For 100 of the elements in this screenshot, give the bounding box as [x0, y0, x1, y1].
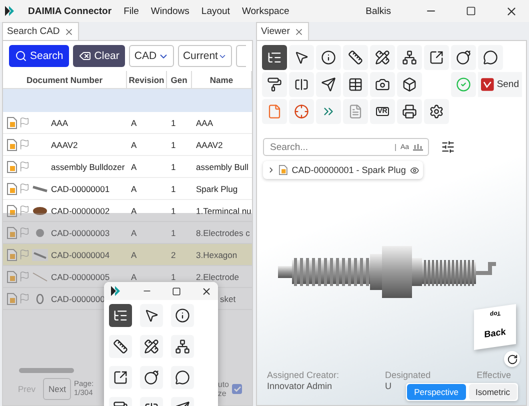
tool-button[interactable]: [289, 45, 314, 70]
document-icon: [348, 104, 363, 119]
table-cell-text: 1: [170, 162, 177, 172]
close-icon[interactable]: [294, 26, 304, 36]
tool-button[interactable]: [140, 335, 163, 358]
split-view-icon: [294, 77, 309, 92]
visibility-icon[interactable]: [410, 164, 420, 176]
auto-size-label: ze: [218, 389, 228, 398]
flag-icon: [19, 205, 30, 216]
info-label: Assigned Creator:: [267, 370, 340, 381]
tool-button[interactable]: [397, 72, 422, 97]
auto-size-label: uto: [218, 380, 229, 389]
user-name: Balkis: [366, 6, 391, 16]
tool-button[interactable]: [370, 45, 395, 70]
comment-icon: [175, 370, 190, 385]
tool-button[interactable]: [424, 99, 449, 124]
table-cell-text: 3.Hexagon: [195, 250, 238, 260]
maximize-icon: [466, 6, 476, 16]
tool-button[interactable]: [451, 45, 476, 70]
settings-icon: [429, 104, 444, 119]
menu-item[interactable]: Workspace: [242, 6, 290, 16]
info-icon: [321, 50, 336, 65]
table-cell-text: A: [130, 140, 138, 150]
cube-icon: [402, 77, 417, 92]
table-row[interactable]: CAD-00000004 A 2 3.Hexagon: [3, 244, 252, 266]
tool-button[interactable]: [397, 99, 422, 124]
filter-settings-icon[interactable]: [441, 140, 455, 154]
tool-button[interactable]: [289, 72, 314, 97]
tool-button[interactable]: [316, 72, 341, 97]
info-icon: [175, 308, 190, 323]
paint-roller-icon: [267, 77, 282, 92]
camera-icon: [375, 77, 390, 92]
type-select[interactable]: CAD: [129, 45, 174, 67]
auto-size-checkbox[interactable]: [232, 384, 242, 394]
hexagon-thumbnail-icon: [32, 248, 48, 260]
nodes-icon: [175, 339, 190, 354]
tool-button[interactable]: [478, 45, 503, 70]
tool-button[interactable]: [397, 45, 422, 70]
close-button[interactable]: [201, 286, 212, 296]
scrollbar-thumb[interactable]: [19, 368, 74, 373]
external-link-icon: [429, 50, 444, 65]
projection-option[interactable]: Isometric: [468, 384, 517, 400]
pencil-ruler-icon: [375, 50, 390, 65]
tool-button[interactable]: [262, 72, 287, 97]
tool-button[interactable]: [109, 366, 132, 389]
table-cell-text: 2: [170, 250, 177, 260]
expand-chevron-icon[interactable]: [267, 165, 276, 175]
table-cell-text: AAAV2: [51, 140, 79, 150]
tool-button[interactable]: [316, 45, 341, 70]
panel-tab[interactable]: Search CAD: [2, 22, 79, 40]
table-cell-text: 1: [170, 206, 177, 216]
document-icon: [7, 270, 17, 282]
table-cell-text: AAA: [51, 118, 70, 128]
tool-button[interactable]: [424, 45, 449, 70]
menu-item[interactable]: File: [124, 6, 139, 16]
reset-icon: [506, 354, 518, 364]
flag-icon: [19, 227, 30, 238]
tool-button[interactable]: [109, 335, 132, 358]
flag-icon: [19, 117, 30, 128]
flag-icon: [19, 161, 30, 172]
panel-tab[interactable]: Viewer: [256, 22, 309, 40]
app-logo-icon: [4, 5, 16, 17]
tree-item[interactable]: CAD-00000001 - Spark Plug: [263, 161, 423, 179]
document-icon: [7, 182, 17, 194]
tool-button[interactable]: [262, 45, 287, 70]
table-cell-text: CAD-00000001: [51, 184, 111, 194]
tool-button[interactable]: [370, 72, 395, 97]
table-cell-text: A: [130, 206, 138, 216]
tool-button[interactable]: [109, 304, 132, 327]
table-cell-text: AAAV2: [195, 140, 224, 150]
table-cell-text: CAD-00000005: [51, 272, 111, 282]
table-cell-text: sket: [219, 294, 237, 304]
tool-button[interactable]: [171, 304, 194, 327]
table-cell-text: assembly Bull: [195, 162, 250, 172]
send-button[interactable]: Send: [478, 72, 522, 97]
clear-button[interactable]: Clear: [73, 45, 126, 67]
maximize-button[interactable]: [172, 286, 181, 296]
tool-button[interactable]: [171, 366, 194, 389]
tree-list-icon: [267, 50, 282, 65]
tool-button[interactable]: [140, 366, 163, 389]
next-button[interactable]: Next: [43, 378, 71, 400]
tool-button[interactable]: [343, 45, 368, 70]
search-button[interactable]: Search: [9, 45, 70, 67]
whole-word-icon[interactable]: [412, 143, 424, 151]
table-cell-text: 8.Electrodes c: [195, 228, 251, 238]
info-value: Innovator Admin: [267, 381, 334, 392]
table-cell-text: AAA: [195, 118, 214, 128]
menu-item[interactable]: Layout: [201, 6, 230, 16]
menu-item[interactable]: Windows: [150, 6, 190, 16]
reset-view-button[interactable]: [504, 351, 520, 367]
tool-button[interactable]: [140, 304, 163, 327]
check-circle-icon: [456, 77, 471, 92]
table-cell-text: 1: [170, 228, 177, 238]
backspace-icon: [79, 50, 92, 62]
table-cell-text: A: [130, 228, 138, 238]
bomb-icon: [456, 50, 471, 65]
revision-select[interactable]: Current: [178, 45, 232, 67]
tool-button[interactable]: [343, 72, 368, 97]
tool-button[interactable]: [171, 335, 194, 358]
close-icon[interactable]: [64, 26, 74, 36]
